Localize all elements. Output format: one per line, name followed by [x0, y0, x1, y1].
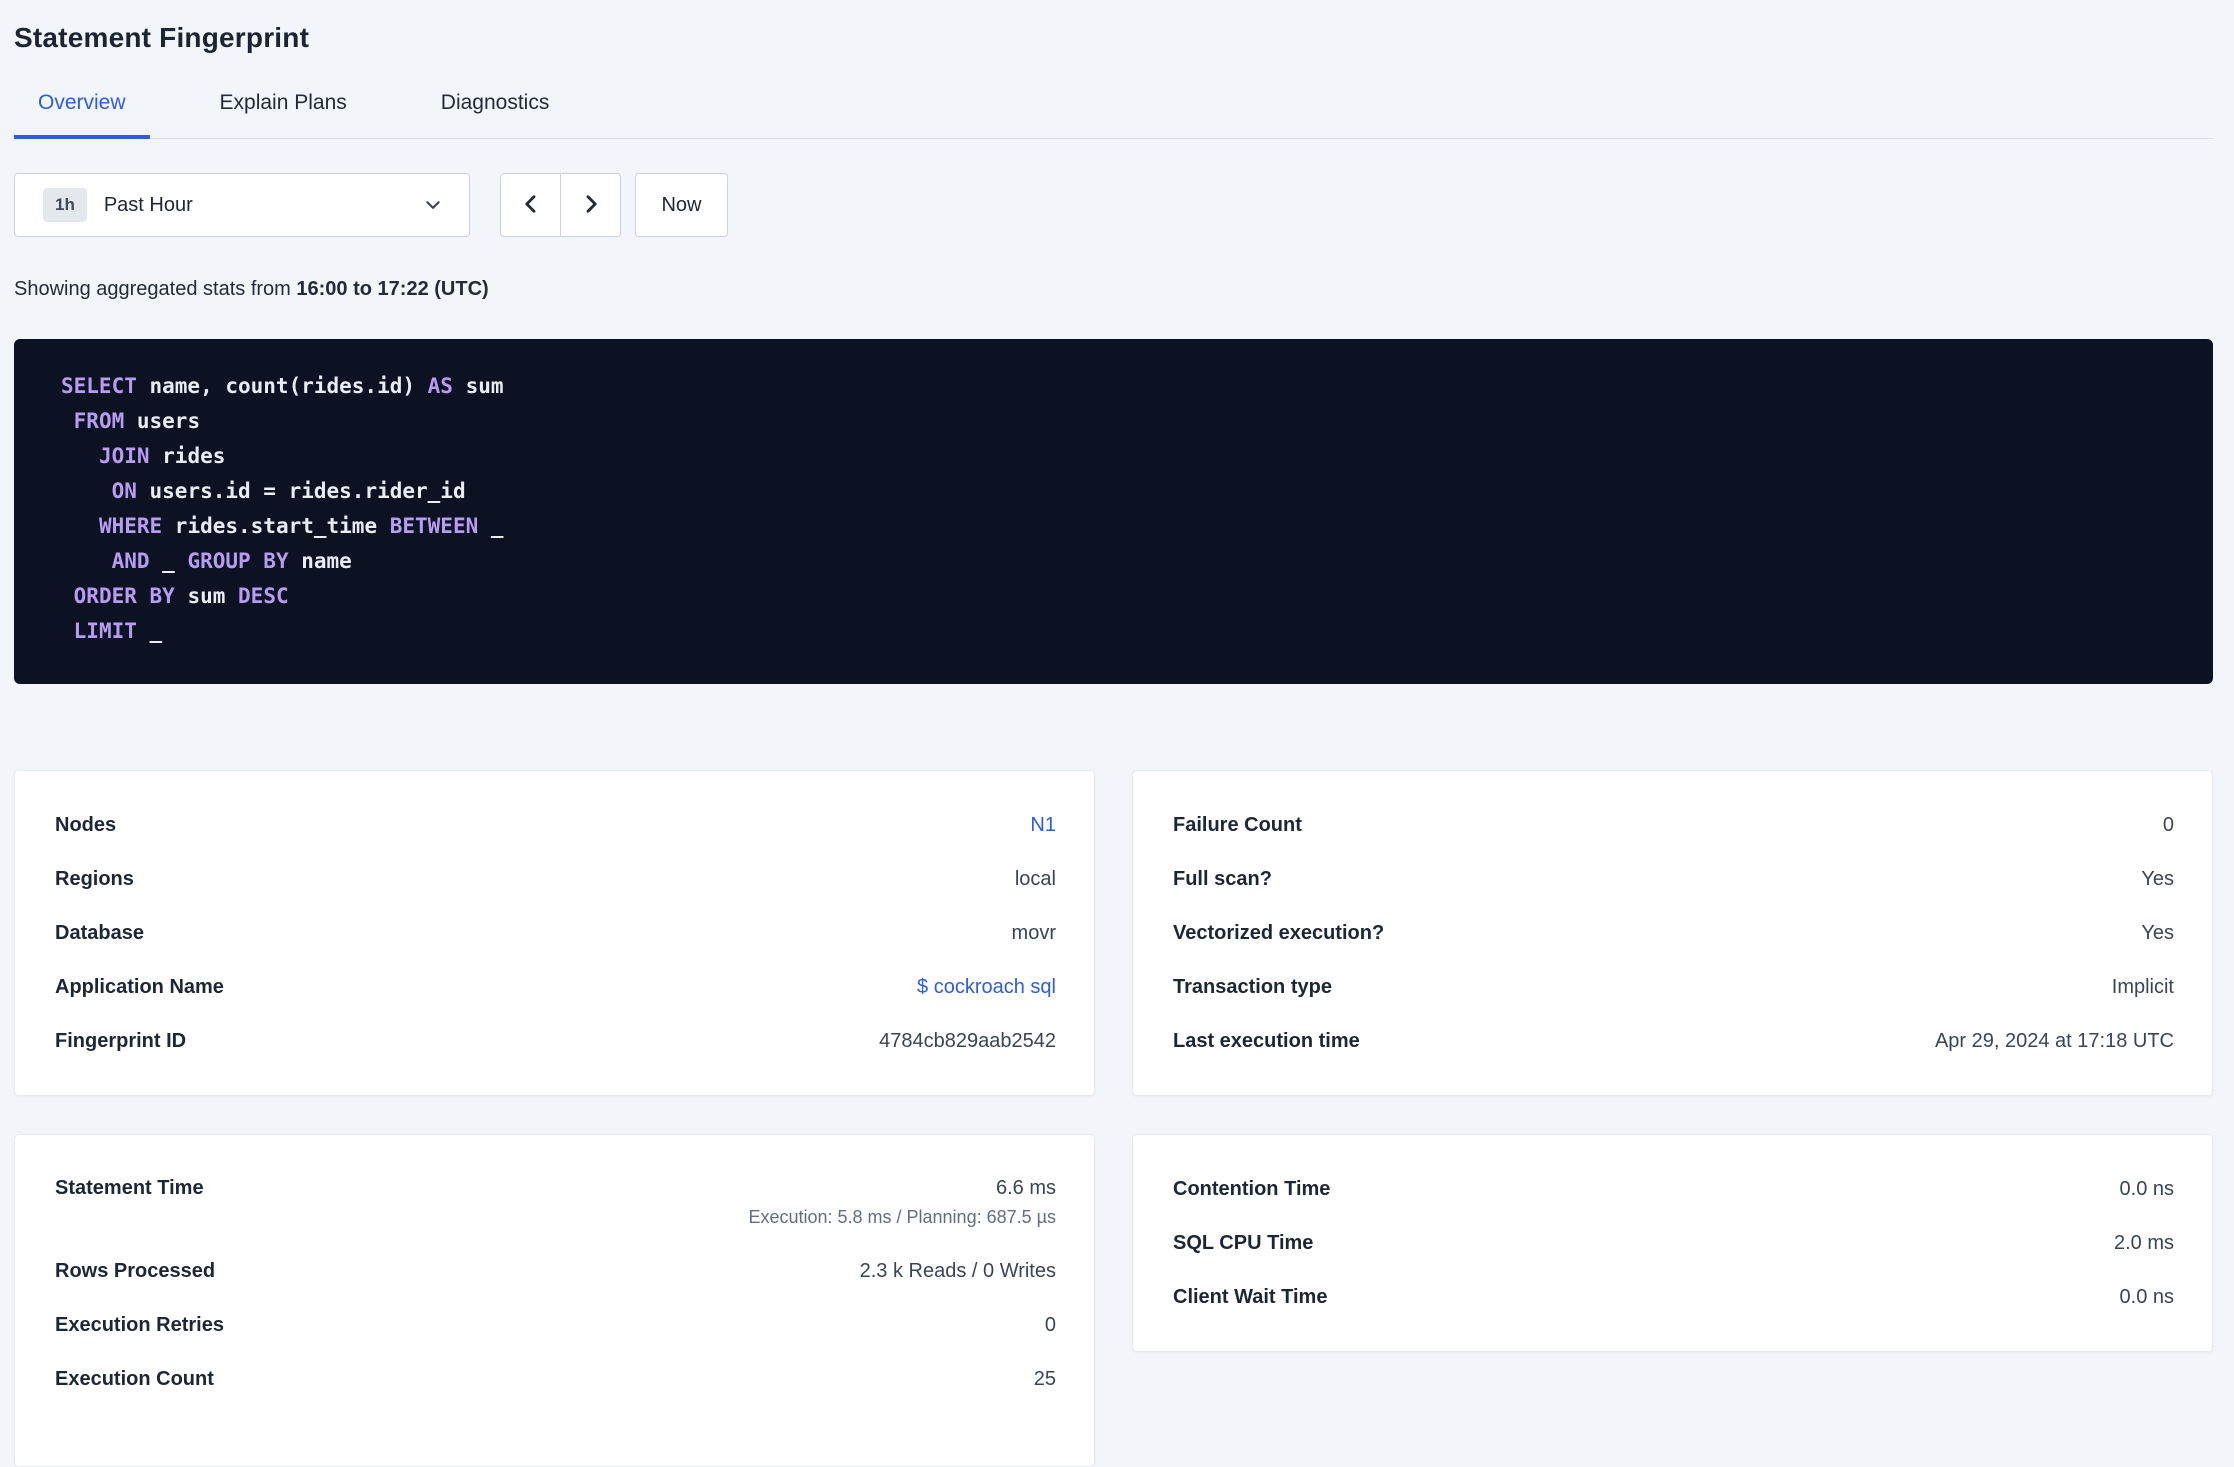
timing-row-contention-time: Contention Time 0.0 ns: [1173, 1162, 2174, 1216]
interval-badge: 1h: [43, 188, 87, 222]
timing-row-sql-cpu-time: SQL CPU Time 2.0 ms: [1173, 1216, 2174, 1270]
summary-row-application-name: Application Name $ cockroach sql: [55, 960, 1056, 1014]
chevron-right-icon: [579, 192, 603, 219]
timing-row-statement-time: Statement Time 6.6 ms Execution: 5.8 ms …: [55, 1162, 1056, 1244]
time-toolbar: 1h Past Hour Now: [14, 173, 2213, 237]
row-value: movr: [1011, 922, 1056, 944]
row-label: Vectorized execution?: [1173, 922, 1385, 944]
timing-row-rows-processed: Rows Processed 2.3 k Reads / 0 Writes: [55, 1244, 1056, 1298]
statement-details-card: Nodes N1 Regions local Database movr App…: [14, 770, 1095, 1096]
application-name-link[interactable]: $ cockroach sql: [917, 973, 1056, 1001]
summary-row-full-scan: Full scan? Yes: [1173, 852, 2174, 906]
row-label: Statement Time: [55, 1177, 204, 1199]
now-button[interactable]: Now: [635, 173, 728, 237]
summary-row-regions: Regions local: [55, 852, 1056, 906]
row-label: Contention Time: [1173, 1178, 1331, 1200]
nodes-link[interactable]: N1: [1030, 811, 1056, 839]
summary-row-last-execution: Last execution time Apr 29, 2024 at 17:1…: [1173, 1014, 2174, 1068]
summary-row-database: Database movr: [55, 906, 1056, 960]
stats-range-prefix: Showing aggregated stats from: [14, 278, 297, 300]
summary-cards: Nodes N1 Regions local Database movr App…: [14, 770, 2213, 1467]
row-label: Failure Count: [1173, 814, 1302, 836]
row-value-block: 6.6 ms Execution: 5.8 ms / Planning: 687…: [748, 1174, 1056, 1229]
summary-row-fingerprint-id: Fingerprint ID 4784cb829aab2542: [55, 1014, 1056, 1068]
row-label: Transaction type: [1173, 976, 1332, 998]
interval-label: Past Hour: [103, 193, 193, 216]
row-value: 0.0 ns: [2119, 1286, 2174, 1308]
timing-row-client-wait-time: Client Wait Time 0.0 ns: [1173, 1270, 2174, 1324]
row-value: 0.0 ns: [2119, 1178, 2174, 1200]
summary-row-failure-count: Failure Count 0: [1173, 798, 2174, 852]
row-label: Database: [55, 922, 144, 944]
stats-range-value: 16:00 to 17:22 (UTC): [296, 278, 489, 300]
execution-attributes-card: Failure Count 0 Full scan? Yes Vectorize…: [1132, 770, 2213, 1096]
statement-fingerprint-page: Statement Fingerprint Overview Explain P…: [0, 0, 2234, 1467]
time-interval-dropdown[interactable]: 1h Past Hour: [14, 173, 470, 237]
summary-row-transaction-type: Transaction type Implicit: [1173, 960, 2174, 1014]
page-title: Statement Fingerprint: [14, 22, 310, 53]
row-value: 0: [2162, 814, 2174, 836]
summary-row-nodes: Nodes N1: [55, 798, 1056, 852]
sql-code: SELECT name, count(rides.id) AS sum FROM…: [61, 374, 504, 643]
row-value: 6.6 ms: [995, 1177, 1056, 1199]
tab-explain-plans[interactable]: Explain Plans: [196, 90, 371, 138]
row-value: 0: [1044, 1314, 1056, 1336]
statement-times-card: Statement Time 6.6 ms Execution: 5.8 ms …: [14, 1134, 1095, 1467]
row-label: Full scan?: [1173, 868, 1272, 890]
row-value: 25: [1033, 1368, 1056, 1390]
prev-interval-button[interactable]: [500, 173, 561, 237]
stats-range-text: Showing aggregated stats from 16:00 to 1…: [14, 275, 2213, 303]
row-value: local: [1014, 868, 1056, 890]
row-value: Yes: [2141, 922, 2174, 944]
chevron-left-icon: [519, 192, 543, 219]
row-value: Yes: [2141, 868, 2174, 890]
row-label: Fingerprint ID: [55, 1030, 187, 1052]
timing-row-execution-count: Execution Count 25: [55, 1352, 1056, 1406]
row-value: 2.0 ms: [2113, 1232, 2174, 1254]
row-label: Execution Count: [55, 1368, 214, 1390]
summary-row-vectorized: Vectorized execution? Yes: [1173, 906, 2174, 960]
row-label: Application Name: [55, 976, 224, 998]
row-value: Implicit: [2111, 976, 2174, 998]
row-value: 2.3 k Reads / 0 Writes: [859, 1260, 1056, 1282]
row-value: 4784cb829aab2542: [879, 1030, 1056, 1052]
tab-diagnostics[interactable]: Diagnostics: [417, 90, 574, 138]
tabbar: Overview Explain Plans Diagnostics: [14, 90, 2213, 139]
wait-times-card: Contention Time 0.0 ns SQL CPU Time 2.0 …: [1132, 1134, 2213, 1352]
time-pager: [500, 173, 621, 237]
row-label: SQL CPU Time: [1173, 1232, 1314, 1254]
sql-statement-box: SELECT name, count(rides.id) AS sum FROM…: [14, 339, 2213, 684]
row-label: Nodes: [55, 814, 117, 836]
row-label: Rows Processed: [55, 1260, 216, 1282]
chevron-down-icon: [423, 195, 443, 215]
row-label: Client Wait Time: [1173, 1286, 1328, 1308]
row-label: Regions: [55, 868, 134, 890]
row-subvalue: Execution: 5.8 ms / Planning: 687.5 µs: [748, 1207, 1056, 1227]
row-label: Execution Retries: [55, 1314, 224, 1336]
tab-overview[interactable]: Overview: [14, 90, 150, 139]
row-value: Apr 29, 2024 at 17:18 UTC: [1934, 1030, 2174, 1052]
timing-row-execution-retries: Execution Retries 0: [55, 1298, 1056, 1352]
row-label: Last execution time: [1173, 1030, 1360, 1052]
next-interval-button[interactable]: [560, 173, 621, 237]
